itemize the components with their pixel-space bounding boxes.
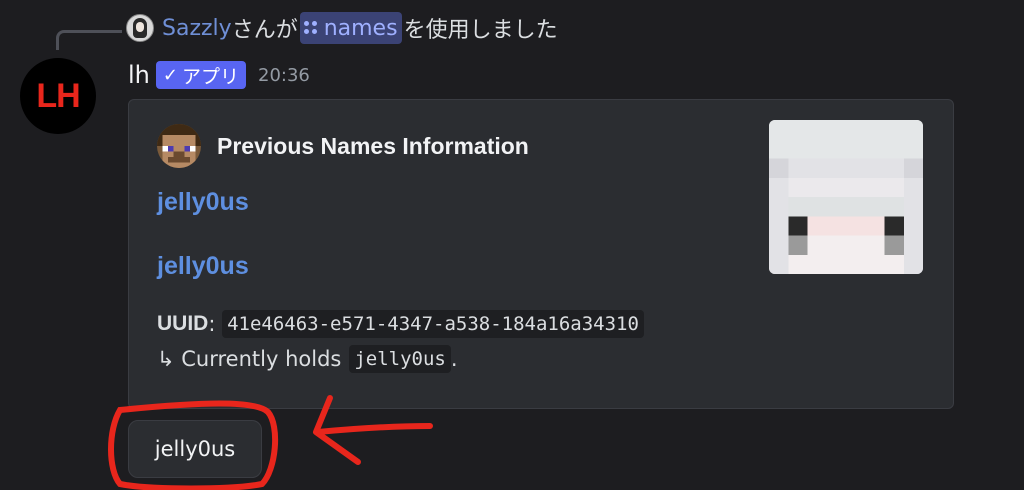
embed-author: Previous Names Information	[157, 124, 529, 168]
author-username[interactable]: lh	[128, 61, 150, 89]
bot-avatar-text: LH	[36, 76, 80, 115]
reply-suffix-text: を使用しました	[403, 18, 558, 43]
holds-code: jelly0us	[349, 345, 451, 373]
embed-card: Previous Names Information jelly0us jell…	[128, 99, 954, 409]
command-mention[interactable]: names	[299, 12, 402, 44]
uuid-label: UUID	[157, 312, 209, 335]
field-title: jelly0us	[157, 188, 249, 216]
app-badge: ✓ アプリ	[155, 61, 246, 89]
reply-user-avatar[interactable]	[126, 14, 154, 42]
reply-context: Sazzly さんが names を使用しました	[126, 10, 558, 46]
embed-author-name: Previous Names Information	[217, 132, 529, 159]
command-name: names	[323, 15, 398, 41]
reply-username[interactable]: Sazzly	[162, 16, 232, 41]
uuid-code: 41e46463-e571-4347-a538-184a16a34310	[222, 310, 644, 338]
message-header: lh ✓ アプリ 20:36	[128, 58, 310, 92]
bot-avatar[interactable]: LH	[20, 58, 96, 134]
field-title: jelly0us	[157, 252, 249, 280]
name-button[interactable]: jelly0us	[128, 420, 262, 478]
reply-prefix-text: さんが	[231, 18, 298, 43]
message-timestamp[interactable]: 20:36	[258, 65, 310, 86]
holds-prefix: ↳ Currently holds	[157, 347, 342, 371]
holds-line: ↳ Currently holds jelly0us .	[157, 345, 458, 373]
slash-command-icon	[303, 21, 318, 35]
uuid-colon: :	[208, 312, 223, 336]
verified-check-icon: ✓	[162, 64, 178, 86]
red-arrow-shaft	[315, 423, 433, 435]
app-badge-label: アプリ	[181, 65, 239, 88]
reply-connector	[56, 30, 122, 50]
minecraft-head-icon	[157, 124, 201, 168]
name-button-label: jelly0us	[154, 437, 236, 461]
holds-suffix: .	[450, 347, 458, 371]
uuid-line: UUID : 41e46463-e571-4347-a538-184a16a34…	[157, 310, 644, 338]
skin-thumbnail[interactable]	[769, 120, 923, 274]
